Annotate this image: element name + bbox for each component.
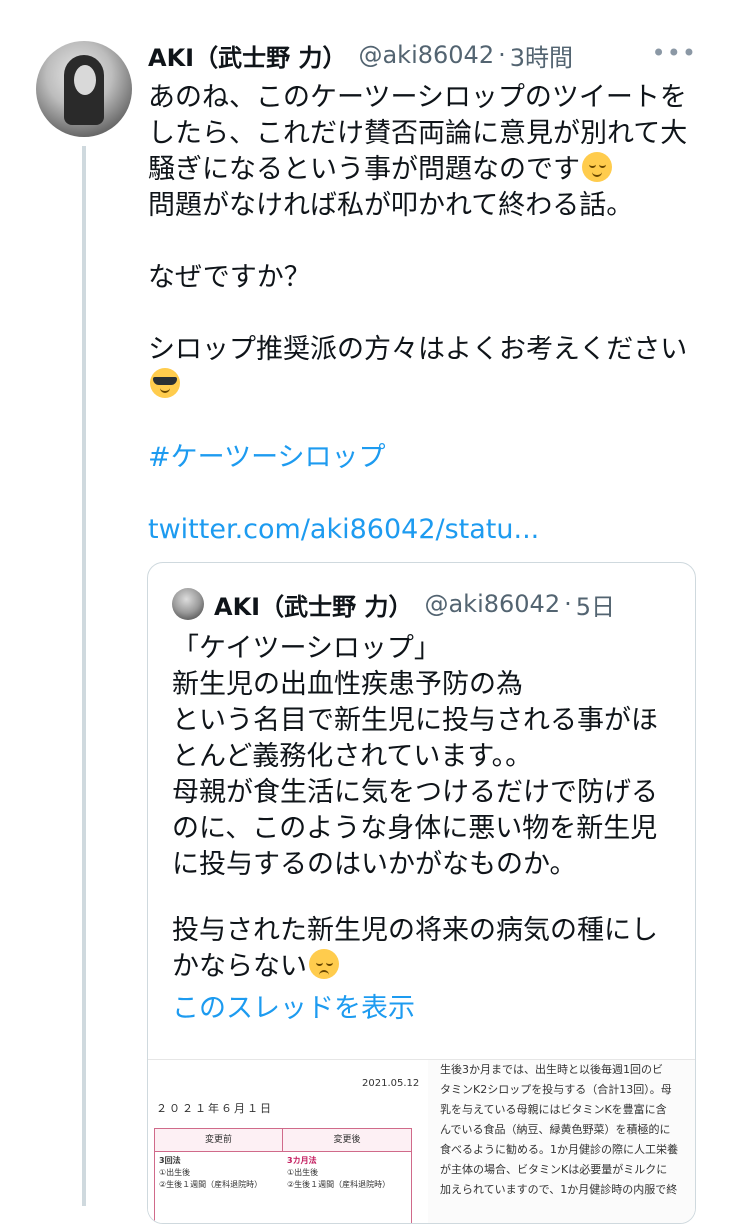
cell-line: 3回法 [159, 1156, 181, 1165]
tweet-line [148, 296, 708, 332]
table-header-after: 変更後 [283, 1129, 411, 1152]
tweet-line: したら、これだけ賛否両論に意見が別れて大 [148, 118, 688, 149]
quote-avatar [172, 588, 204, 620]
thread-line [82, 146, 86, 1206]
separator: · [498, 41, 506, 69]
tweet-line [148, 368, 708, 404]
status-link[interactable]: twitter.com/aki86042/statu... [148, 512, 708, 548]
tweet-header: AKI（武士野 力） @aki86042 · 3時間 [148, 38, 711, 72]
cell-line: ①出生後 [287, 1168, 319, 1177]
author-avatar[interactable] [36, 41, 132, 137]
pensive-face-icon [309, 949, 339, 979]
doc-line: 生後3か月までは、出生時と以後毎週1回のビ [440, 1063, 663, 1076]
doc-line: んでいる食品（納豆、緑黄色野菜）を積極的に [440, 1123, 671, 1136]
table-cell-before: 3回法 ①出生後 ②生後１週間（産科退院時） [159, 1155, 262, 1191]
quote-line: 母親が食生活に気をつけるだけで防げる [172, 777, 658, 808]
quote-line: かならない [172, 949, 682, 985]
quoted-tweet[interactable]: AKI（武士野 力） @aki86042 · 5日 「ケイツーシロップ」 新生児… [147, 562, 696, 1224]
doc-line: 乳を与えている母親にはビタミンKを豊富に含 [440, 1103, 667, 1116]
document-table: 変更前 変更後 3回法 ①出生後 ②生後１週間（産科退院時） 3カ月法 ①出生後… [154, 1128, 412, 1223]
document-title: ２０２１年６月１日 [156, 1102, 273, 1115]
author-name[interactable]: AKI（武士野 力） [148, 38, 346, 73]
cell-line: ②生後１週間（産科退院時） [287, 1180, 391, 1189]
tweet-time[interactable]: 3時間 [510, 38, 573, 73]
table-cell-after: 3カ月法 ①出生後 ②生後１週間（産科退院時） [287, 1155, 390, 1191]
quote-author-handle: @aki86042 [424, 590, 561, 618]
show-thread-link[interactable]: このスレッドを表示 [172, 991, 682, 1027]
tweet-line: 問題がなければ私が叩かれて終わる話。 [148, 190, 634, 221]
quote-media-image[interactable]: 2021.05.12 ２０２１年６月１日 変更前 変更後 3回法 ①出生後 ②生… [148, 1059, 695, 1223]
tweet-line: あのね、このケーツーシロップのツイートを [148, 82, 687, 113]
document-right-panel: 生後3か月までは、出生時と以後毎週1回のビ タミンK2シロップを投与する（合計1… [436, 1060, 695, 1223]
quote-line: に投与するのはいかがなものか。 [172, 849, 577, 880]
doc-line: 加えられていますので、1か月健診時の内服で終 [440, 1183, 678, 1196]
sunglasses-face-icon [150, 368, 180, 398]
tweet-line-text: 騒ぎになるという事が問題なのです [148, 154, 580, 185]
doc-line: が主体の場合、ビタミンKは必要量がミルクに [440, 1163, 668, 1176]
quote-author-name: AKI（武士野 力） [214, 592, 413, 621]
hashtag-link[interactable]: #ケーツーシロップ [148, 440, 708, 476]
quote-spacer [172, 883, 682, 913]
document-date: 2021.05.12 [362, 1078, 420, 1089]
quote-time: 5日 [575, 592, 616, 621]
tweet-line [148, 224, 708, 260]
relieved-face-icon [582, 152, 612, 182]
quote-line: とんど義務化されています。。 [172, 741, 533, 772]
tweet-line: なぜですか？ [148, 262, 311, 293]
separator: · [564, 590, 572, 618]
doc-line: 食べるように勧める。1か月健診の際に人工栄養 [440, 1143, 678, 1156]
author-handle[interactable]: @aki86042 [358, 41, 494, 69]
cell-line: ①出生後 [159, 1168, 191, 1177]
quote-line: のに、このような身体に悪い物を新生児 [172, 813, 658, 844]
tweet-body: あのね、このケーツーシロップのツイートを したら、これだけ賛否両論に意見が別れて… [148, 80, 708, 548]
more-options-icon[interactable]: ••• [652, 39, 697, 67]
tweet-spacer [148, 476, 708, 512]
tweet-line: シロップ推奨派の方々はよくお考えください [148, 334, 688, 365]
doc-line: タミンK2シロップを投与する（合計13回）。母 [440, 1083, 672, 1096]
quote-body: 「ケイツーシロップ」 新生児の出血性疾患予防の為 という名目で新生児に投与される… [172, 631, 682, 1027]
cell-line: ②生後１週間（産科退院時） [159, 1180, 263, 1189]
quote-line: 投与された新生児の将来の病気の種にし [172, 915, 658, 946]
quote-line-text: かならない [172, 951, 307, 982]
quote-line: 「ケイツーシロップ」 [172, 633, 441, 664]
quote-line: 新生児の出血性疾患予防の為 [172, 669, 523, 700]
document-left-panel: 2021.05.12 ２０２１年６月１日 変更前 変更後 3回法 ①出生後 ②生… [148, 1060, 428, 1223]
quote-header: AKI（武士野 力） @aki86042 · 5日 [172, 587, 615, 621]
cell-line: 3カ月法 [287, 1156, 317, 1165]
avatar-face [74, 65, 96, 95]
tweet-line: 騒ぎになるという事が問題なのです [148, 152, 708, 188]
tweet-spacer [148, 404, 708, 440]
table-header-before: 変更前 [155, 1129, 283, 1152]
quote-line: という名目で新生児に投与される事がほ [172, 705, 658, 736]
